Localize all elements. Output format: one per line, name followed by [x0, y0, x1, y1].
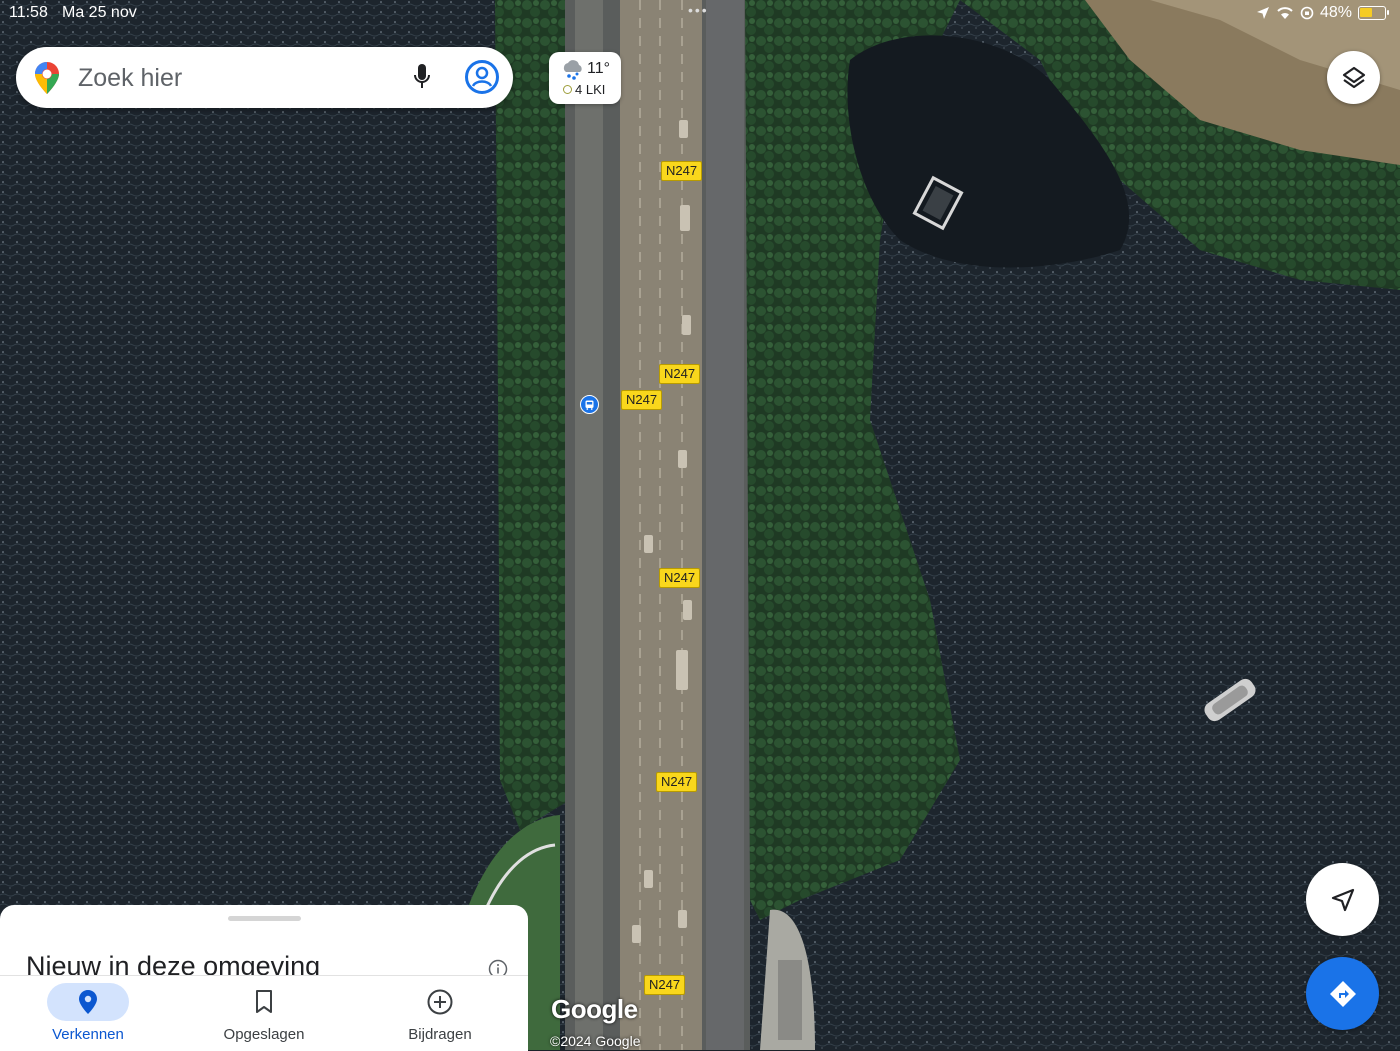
directions-icon	[1329, 980, 1356, 1007]
status-date: Ma 25 nov	[62, 4, 137, 21]
orientation-lock-icon	[1300, 6, 1314, 20]
my-location-button[interactable]	[1306, 863, 1379, 936]
road-shield-n247[interactable]: N247	[621, 390, 663, 410]
tab-label: Opgeslagen	[223, 1026, 305, 1043]
status-icons: 48%	[1256, 4, 1389, 22]
explore-pin-icon	[79, 990, 97, 1014]
google-maps-logo-icon	[35, 62, 59, 94]
account-icon[interactable]	[464, 59, 500, 95]
location-arrow-icon	[1256, 7, 1269, 19]
status-time: 11:58	[9, 4, 48, 21]
search-bar[interactable]: Zoek hier	[16, 47, 513, 108]
road-shield-n247[interactable]: N247	[661, 161, 703, 181]
road-shield-n247[interactable]: N247	[656, 772, 698, 792]
directions-button[interactable]	[1306, 957, 1379, 1030]
google-logo: Google	[551, 994, 638, 1024]
road-shield-n247[interactable]: N247	[659, 364, 701, 384]
weather-chip[interactable]: 11° 4 LKI	[549, 52, 621, 104]
layers-button[interactable]	[1327, 51, 1380, 104]
battery-percent: 48%	[1319, 4, 1352, 21]
tab-label: Bijdragen	[408, 1026, 472, 1043]
tab-opgeslagen[interactable]: Opgeslagen	[176, 976, 352, 1051]
search-placeholder[interactable]: Zoek hier	[78, 64, 182, 93]
rain-cloud-icon	[563, 60, 582, 80]
tab-label: Verkennen	[52, 1026, 124, 1043]
road-shield-n247[interactable]: N247	[644, 975, 686, 995]
battery-fill	[1360, 8, 1372, 17]
sheet-drag-handle[interactable]	[228, 916, 301, 921]
satellite-map[interactable]	[0, 0, 1400, 1050]
map-copyright: ©2024 Google	[550, 1033, 641, 1049]
bookmark-icon	[256, 990, 272, 1013]
air-quality-value: 4 LKI	[575, 82, 606, 97]
bus-stop-icon[interactable]	[580, 395, 599, 414]
status-bar: 11:58 Ma 25 nov ••• 48%	[0, 0, 1400, 26]
microphone-icon[interactable]	[414, 62, 430, 92]
tab-icon-container	[47, 983, 129, 1021]
wifi-icon	[1277, 7, 1293, 19]
air-quality: 4 LKI	[563, 82, 605, 97]
tab-icon-container	[399, 983, 481, 1021]
battery-icon	[1358, 6, 1389, 20]
tab-icon-container	[223, 983, 305, 1021]
tab-verkennen[interactable]: Verkennen	[0, 976, 176, 1051]
road-shield-n247[interactable]: N247	[659, 568, 701, 588]
add-circle-icon	[427, 989, 453, 1015]
weather-temperature: 11°	[587, 60, 611, 77]
bottom-navigation: Verkennen Opgeslagen Bijdragen	[0, 975, 528, 1051]
air-quality-icon	[563, 85, 572, 94]
tab-bijdragen[interactable]: Bijdragen	[352, 976, 528, 1051]
navigation-arrow-icon	[1331, 888, 1354, 911]
layers-icon	[1342, 66, 1365, 88]
multitask-dots-icon[interactable]: •••	[688, 2, 709, 18]
